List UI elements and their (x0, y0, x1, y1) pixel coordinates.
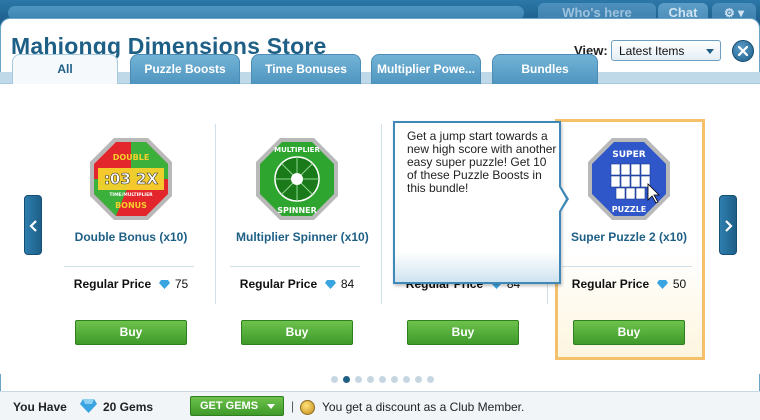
product-card-multiplier-spinner: MULTIPLIER SPINNER Multiplier Spinner (x… (230, 120, 386, 358)
card-rule (562, 266, 692, 267)
card-rule (230, 266, 360, 267)
tooltip-fade (395, 252, 559, 282)
close-button[interactable] (732, 40, 754, 62)
price-value: 50 (672, 277, 687, 291)
icon-text: PUZZLE (612, 205, 647, 214)
footer-separator: | (291, 399, 295, 413)
chevron-down-icon (267, 404, 275, 409)
page-dot[interactable] (403, 376, 410, 383)
tab-all[interactable]: All (12, 54, 118, 86)
page-dot[interactable] (415, 376, 422, 383)
tab-time-bonuses[interactable]: Time Bonuses (251, 54, 361, 84)
icon-text: SPINNER (277, 206, 317, 215)
icon-text: BONUS (115, 201, 147, 210)
product-card-super-puzzle: SUPER PUZZLE Super Puzzle 2 (x10) Regula… (562, 120, 718, 358)
chevron-right-icon (725, 220, 733, 232)
double-bonus-icon: DOUBLE :03 2X TIME/MULTIPLIER BONUS (90, 138, 172, 220)
close-icon (738, 46, 748, 56)
page-dot[interactable] (355, 376, 362, 383)
gem-balance: 20 Gems (103, 400, 154, 414)
chevron-down-icon (706, 49, 714, 54)
page-dot[interactable] (367, 376, 374, 383)
icon-text: MULTIPLIER (274, 146, 320, 154)
buy-button[interactable]: Buy (75, 320, 187, 345)
page-dot[interactable] (427, 376, 434, 383)
product-tooltip: Get a jump start towards a new high scor… (393, 121, 569, 284)
you-have-label: You Have (13, 400, 67, 414)
price-value: 75 (174, 277, 189, 291)
get-gems-label: GET GEMS (200, 400, 259, 412)
icon-text: DOUBLE (113, 153, 150, 162)
footer-bar: You Have 20 Gems GET GEMS | You get a di… (0, 391, 760, 420)
price-label: Regular Price (571, 277, 650, 291)
page-dot-active[interactable] (343, 376, 350, 383)
tooltip-pointer-inner (558, 185, 566, 213)
view-selected-value: Latest Items (619, 44, 685, 58)
club-member-icon (300, 400, 315, 415)
product-name[interactable]: Multiplier Spinner (x10) (236, 230, 369, 244)
card-rule (64, 266, 194, 267)
scroll-right-button[interactable] (719, 195, 737, 255)
tab-puzzle-boosts[interactable]: Puzzle Boosts (130, 54, 240, 84)
gem-icon (656, 280, 668, 289)
buy-button[interactable]: Buy (241, 320, 353, 345)
page-dot[interactable] (331, 376, 338, 383)
get-gems-button[interactable]: GET GEMS (190, 396, 284, 416)
price-value: 84 (340, 277, 355, 291)
price-label: Regular Price (239, 277, 318, 291)
tooltip-text: Get a jump start towards a new high scor… (407, 129, 557, 195)
product-price: Regular Price 75 (70, 277, 192, 291)
gem-icon (324, 280, 336, 289)
buy-button[interactable]: Buy (573, 320, 685, 345)
product-name[interactable]: Double Bonus (x10) (70, 230, 192, 244)
gem-icon (158, 280, 170, 289)
icon-text: :03 2X (104, 170, 159, 188)
page-dot[interactable] (379, 376, 386, 383)
gem-icon (80, 399, 97, 413)
discount-message: You get a discount as a Club Member. (322, 400, 525, 414)
product-name[interactable]: Super Puzzle 2 (x10) (568, 230, 690, 244)
price-label: Regular Price (73, 277, 152, 291)
product-card-double-bonus: DOUBLE :03 2X TIME/MULTIPLIER BONUS Doub… (64, 120, 220, 358)
view-dropdown[interactable]: Latest Items (611, 40, 721, 61)
tab-bundles[interactable]: Bundles (492, 54, 598, 84)
multiplier-spinner-icon: MULTIPLIER SPINNER (256, 138, 338, 220)
pagination-dots (331, 370, 439, 383)
scroll-left-button[interactable] (24, 195, 42, 255)
tab-multiplier-powerups[interactable]: Multiplier Powe... (371, 54, 481, 84)
product-price: Regular Price 50 (568, 277, 690, 291)
icon-text: SUPER (612, 150, 646, 160)
page-dot[interactable] (391, 376, 398, 383)
chevron-left-icon (29, 220, 37, 232)
super-puzzle-icon: SUPER PUZZLE (588, 138, 670, 220)
buy-button[interactable]: Buy (407, 320, 519, 345)
icon-text: TIME/MULTIPLIER (109, 192, 153, 198)
product-price: Regular Price 84 (236, 277, 358, 291)
